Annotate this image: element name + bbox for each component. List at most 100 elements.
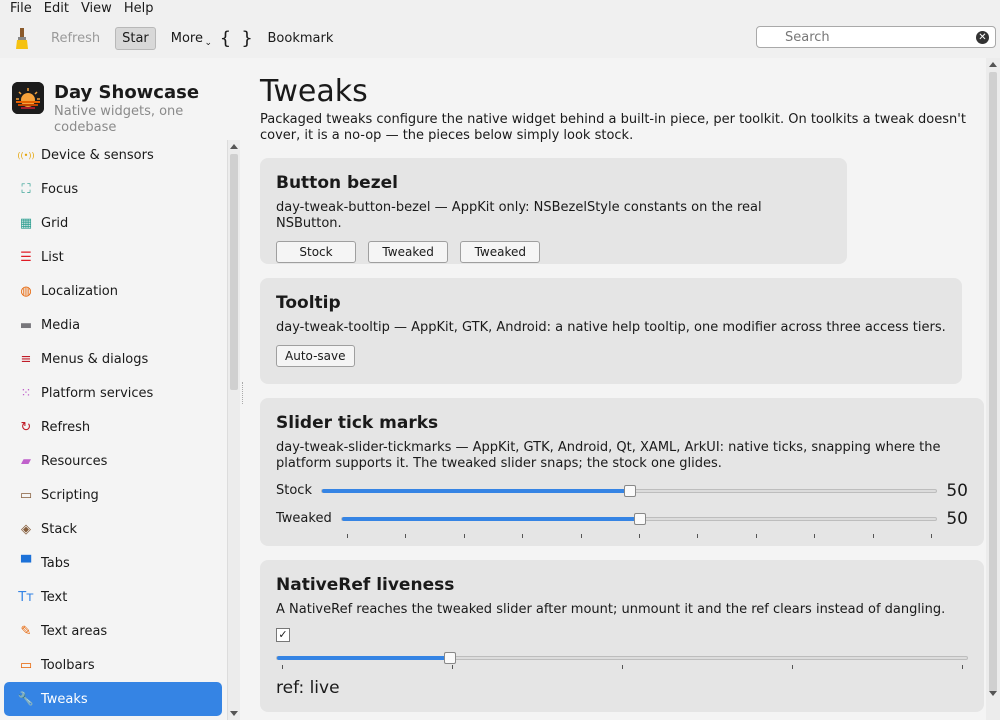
clapper-icon: ▬	[19, 317, 33, 333]
sidebar-item-label: Localization	[41, 283, 118, 299]
sidebar-item-grid[interactable]: ▦ Grid	[4, 206, 222, 240]
sidebar-item-label: Stack	[41, 521, 77, 537]
sidebar-item-label: Text areas	[41, 623, 108, 639]
tweaked-slider-row: Tweaked 50	[276, 509, 968, 538]
slider-tick	[697, 534, 699, 538]
scroll-down-icon[interactable]	[989, 691, 997, 696]
scroll-up-icon[interactable]	[230, 144, 238, 149]
sidebar-scrollbar[interactable]	[227, 140, 240, 720]
page-title: Tweaks	[260, 74, 368, 109]
folder-icon: ▰	[21, 453, 31, 469]
slider-tick	[463, 534, 465, 538]
nativeref-slider-row	[276, 648, 968, 669]
sidebar-item-tweaks[interactable]: 🔧 Tweaks	[4, 682, 222, 716]
braces-icon[interactable]: { }	[220, 28, 253, 49]
card-tooltip: Tooltip day-tweak-tooltip — AppKit, GTK,…	[260, 278, 962, 384]
toolbar: Refresh Star More⌄ { } Bookmark ✕	[0, 18, 1000, 58]
grid-icon: ▦	[19, 215, 33, 231]
slider-ticks	[282, 665, 963, 669]
sidebar-item-refresh[interactable]: ↻ Refresh	[4, 410, 222, 444]
stock-slider[interactable]	[321, 485, 937, 497]
refresh-icon: ↻	[20, 419, 32, 435]
menu-view[interactable]: View	[75, 0, 118, 18]
sidebar-item-label: Tweaks	[41, 691, 88, 707]
menu-help[interactable]: Help	[118, 0, 160, 18]
sidebar-item-stack[interactable]: ◈ Stack	[4, 512, 222, 546]
sidebar-item-label: Media	[41, 317, 81, 333]
slider-tick	[639, 534, 640, 538]
sidebar-item-resources[interactable]: ▰ Resources	[4, 444, 222, 478]
slider-tick	[814, 534, 816, 538]
clear-icon[interactable]: ✕	[976, 31, 989, 44]
stock-slider-value: 50	[946, 481, 968, 501]
sidebar-item-menus-dialogs[interactable]: ≡ Menus & dialogs	[4, 342, 222, 376]
brush-icon[interactable]	[8, 24, 36, 52]
sidebar-item-label: Focus	[41, 181, 79, 197]
card-button-bezel: Button bezel day-tweak-button-bezel — Ap…	[260, 158, 847, 264]
sidebar-item-platform-services[interactable]: ⁙ Platform services	[4, 376, 222, 410]
slider-handle[interactable]	[624, 485, 636, 497]
card-description: day-tweak-slider-tickmarks — AppKit, GTK…	[276, 440, 941, 471]
sidebar-item-device-sensors[interactable]: ((•)) Device & sensors	[4, 138, 222, 172]
sidebar-item-label: Tabs	[41, 555, 70, 571]
sidebar-item-localization[interactable]: ◍ Localization	[4, 274, 222, 308]
tweaked-button-1[interactable]: Tweaked	[368, 241, 449, 263]
search-box: ✕	[756, 26, 996, 48]
tweaked-slider[interactable]	[341, 513, 937, 525]
slider-tick	[452, 665, 453, 669]
sidebar-scroll-thumb[interactable]	[230, 154, 238, 390]
stock-button[interactable]: Stock	[276, 241, 356, 263]
mount-checkbox[interactable]: ✓	[276, 628, 290, 642]
menu-icon: ≡	[20, 351, 32, 367]
sidebar-item-label: Device & sensors	[41, 147, 154, 163]
sidebar-item-text-areas[interactable]: ✎ Text areas	[4, 614, 222, 648]
bookmark-button[interactable]: Bookmark	[261, 27, 341, 50]
star-button[interactable]: Star	[115, 26, 156, 50]
sidebar-item-tabs[interactable]: ▀ Tabs	[4, 546, 222, 580]
menu-edit[interactable]: Edit	[38, 0, 75, 18]
slider-handle[interactable]	[444, 652, 456, 664]
stock-slider-row: Stock 50	[276, 481, 968, 501]
sidebar-item-label: Platform services	[41, 385, 154, 401]
scroll-down-icon[interactable]	[230, 711, 238, 716]
menu-file[interactable]: File	[4, 0, 38, 18]
tweaked-slider-value: 50	[946, 509, 968, 529]
main-scrollbar[interactable]	[986, 58, 1000, 720]
slider-fill	[277, 656, 450, 660]
card-title: Tooltip	[276, 293, 341, 313]
scroll-up-icon[interactable]	[989, 62, 997, 67]
card-title: Slider tick marks	[276, 413, 439, 433]
sidebar-item-media[interactable]: ▬ Media	[4, 308, 222, 342]
app-title: Day Showcase	[54, 82, 200, 103]
ref-status: ref: live	[276, 678, 340, 698]
sidebar-item-text[interactable]: Tт Text	[4, 580, 222, 614]
auto-save-button[interactable]: Auto-save	[276, 345, 355, 367]
page-description: Packaged tweaks configure the native wid…	[260, 112, 966, 143]
slider-tick	[622, 665, 623, 669]
slider-tick	[405, 534, 407, 538]
app-subtitle: Native widgets, one codebase	[54, 104, 184, 135]
menubar: File Edit View Help	[0, 0, 1000, 18]
card-slider-tick-marks: Slider tick marks day-tweak-slider-tickm…	[260, 398, 984, 546]
card-title: Button bezel	[276, 173, 398, 193]
sidebar-item-list[interactable]: ☰ List	[4, 240, 222, 274]
sidebar-item-label: Toolbars	[41, 657, 95, 673]
sidebar-item-focus[interactable]: ⛶ Focus	[4, 172, 222, 206]
main-scroll-thumb[interactable]	[989, 72, 997, 692]
card-description: day-tweak-tooltip — AppKit, GTK, Android…	[276, 320, 946, 335]
sidebar-item-label: Resources	[41, 453, 108, 469]
sidebar-item-scripting[interactable]: ▭ Scripting	[4, 478, 222, 512]
slider-tick	[522, 534, 524, 538]
tweaked-button-2[interactable]: Tweaked	[460, 241, 541, 263]
wrench-icon: 🔧	[17, 691, 35, 707]
sidebar-item-toolbars[interactable]: ▭ Toolbars	[4, 648, 222, 682]
nativeref-slider[interactable]	[276, 652, 968, 664]
slider-tick	[962, 665, 963, 669]
tabs-icon: ▀	[21, 555, 31, 571]
search-input[interactable]	[757, 29, 967, 45]
refresh-button[interactable]: Refresh	[44, 27, 107, 50]
more-button[interactable]: More ⌄	[164, 27, 214, 50]
slider-handle[interactable]	[634, 513, 646, 525]
text-icon: Tт	[18, 589, 34, 605]
sidebar-item-label: Grid	[41, 215, 69, 231]
